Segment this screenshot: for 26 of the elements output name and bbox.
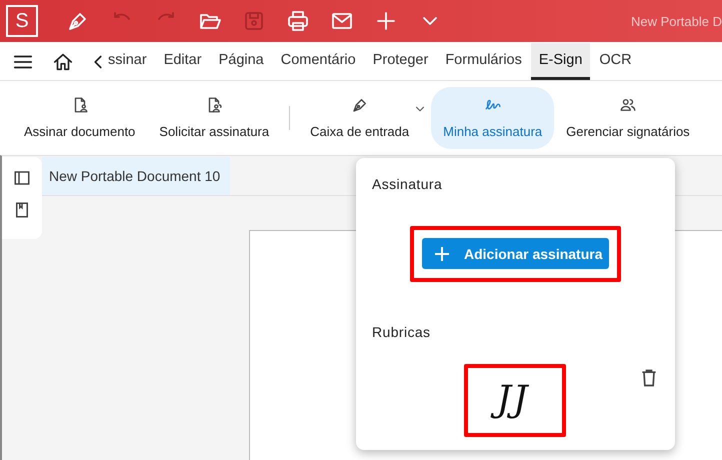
plus-icon	[434, 246, 450, 262]
section-heading: Assinatura	[372, 176, 442, 192]
menu-tab[interactable]: Proteger	[364, 43, 436, 80]
bookmark-icon[interactable]	[13, 201, 31, 219]
plus-icon[interactable]	[374, 9, 398, 33]
toolbar-button[interactable]: Gerenciar signatários	[554, 87, 702, 149]
menu-tab[interactable]: Comentário	[272, 43, 364, 80]
section-heading: Rubricas	[372, 324, 430, 340]
menu-tab[interactable]: Editar	[156, 43, 210, 80]
app-logo[interactable]: S	[6, 5, 38, 37]
menu-tab[interactable]: OCR	[591, 43, 640, 80]
toolbar-button[interactable]: Solicitar assinatura	[147, 87, 282, 149]
menu-tab[interactable]: E-Sign	[530, 43, 590, 80]
sidebar-icon[interactable]	[13, 169, 31, 187]
toolbar-button[interactable]: Assinar documento	[12, 87, 148, 149]
menu-tab[interactable]: ssinar	[106, 43, 155, 80]
window-title: New Portable D	[630, 14, 722, 28]
print-icon[interactable]	[286, 9, 310, 33]
toolbar-button[interactable]: Minha assinatura	[431, 87, 554, 149]
toolbar-button[interactable]: Caixa de entrada	[298, 87, 422, 149]
initials-signature: JJ	[492, 377, 538, 424]
menu-tab[interactable]: Formulários	[437, 43, 530, 80]
menu-tab[interactable]: Página	[210, 43, 272, 80]
initials-frame[interactable]: JJ	[464, 364, 566, 437]
add-signature-button[interactable]: Adicionar assinatura	[422, 238, 609, 269]
document-tab[interactable]: New Portable Document 10	[42, 157, 230, 195]
